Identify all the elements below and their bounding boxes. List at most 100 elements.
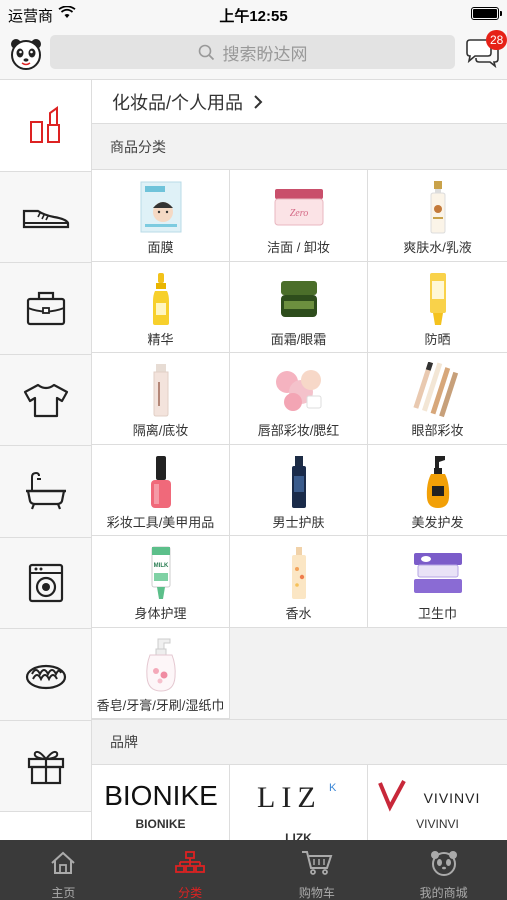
- sidebar-item-gifts[interactable]: [0, 720, 91, 812]
- product-category-label: 美发护发: [411, 514, 464, 530]
- category-header[interactable]: 化妆品/个人用品: [92, 80, 507, 124]
- product-category-item[interactable]: 眼部彩妆: [368, 353, 507, 445]
- brand-list: BIONIKE BIONIKE LIZ K LIZK VIVINVI VIVIN…: [92, 765, 507, 840]
- product-category-label: 爽肤水/乳液: [403, 240, 472, 255]
- brand-name: BIONIKE: [135, 817, 186, 831]
- briefcase-icon: [26, 292, 65, 326]
- noodles-icon: [25, 665, 66, 690]
- section-brands-label: 品牌: [92, 719, 507, 765]
- foundation-tube-image: [153, 364, 168, 417]
- cream-jar-image: [280, 280, 317, 317]
- svg-text:LIZ: LIZ: [257, 781, 322, 813]
- battery-icon: [471, 7, 502, 20]
- serum-bottle-image: [152, 272, 169, 325]
- hand-soap-image: [145, 638, 176, 692]
- messages-button[interactable]: 28: [464, 30, 507, 69]
- tab-label: 主页: [51, 886, 76, 900]
- svg-text:MILK: MILK: [153, 563, 168, 569]
- search-icon: [198, 44, 214, 60]
- tab-label: 购物车: [298, 886, 335, 900]
- product-category-label: 面膜: [147, 240, 174, 255]
- tab-category[interactable]: 分类: [127, 840, 254, 900]
- product-category-item[interactable]: 美发护发: [368, 444, 507, 536]
- product-category-item[interactable]: 精华: [92, 261, 230, 353]
- search-input[interactable]: 搜索盼达网: [50, 35, 455, 69]
- product-category-item[interactable]: 面膜: [92, 170, 230, 262]
- product-category-label: 精华: [147, 331, 174, 347]
- tab-label: 我的商城: [419, 886, 468, 900]
- brand-name: LIZK: [285, 831, 312, 840]
- product-category-label: 眼部彩妆: [411, 423, 464, 438]
- home-icon: [51, 851, 76, 874]
- svg-text:BIONIKE: BIONIKE: [104, 780, 218, 811]
- product-category-item[interactable]: 香皂/牙膏/牙刷/湿纸巾: [92, 627, 230, 719]
- hair-oil-image: [426, 455, 449, 508]
- mascara-image: [412, 362, 458, 418]
- product-category-label: 男士护肤: [272, 514, 325, 530]
- bottom-tab-bar: 主页 分类 购物车 我的商城: [0, 840, 507, 900]
- category-sidebar: [0, 80, 92, 840]
- category-title: 化妆品/个人用品: [112, 92, 244, 113]
- perfume-image: [291, 547, 306, 599]
- product-category-item[interactable]: 香水: [230, 536, 368, 628]
- cleansing-cream-image: Zero: [274, 189, 323, 226]
- panda-icon: [430, 851, 457, 876]
- sidebar-item-bags[interactable]: [0, 263, 91, 355]
- svg-text:K: K: [329, 782, 337, 794]
- product-category-grid: 面膜 Zero 洁面 / 卸妆 爽肤水/乳液 精华 面霜/眼霜 防晒 隔离/底妆…: [92, 170, 507, 719]
- empty-cell: [368, 627, 507, 719]
- lizk-logo: LIZ K: [257, 781, 337, 813]
- product-category-item[interactable]: 防晒: [368, 261, 507, 353]
- tab-my-store[interactable]: 我的商城: [380, 840, 507, 900]
- washing-machine-icon: [28, 563, 63, 602]
- nail-polish-image: [150, 455, 171, 508]
- sidebar-item-clothing[interactable]: [0, 354, 91, 446]
- shoe-icon: [22, 209, 69, 228]
- product-category-item[interactable]: 隔离/底妆: [92, 353, 230, 445]
- app-header: 搜索盼达网 28: [0, 28, 507, 80]
- brand-item[interactable]: BIONIKE BIONIKE: [92, 765, 230, 840]
- product-category-label: 洁面 / 卸妆: [267, 240, 330, 255]
- sidebar-item-shoes[interactable]: [0, 171, 91, 263]
- tab-cart[interactable]: 购物车: [254, 840, 381, 900]
- sidebar-item-food[interactable]: [0, 629, 91, 721]
- product-category-item[interactable]: 彩妆工具/美甲用品: [92, 444, 230, 536]
- body-lotion-image: MILK: [151, 546, 170, 599]
- svg-text:Zero: Zero: [289, 208, 308, 219]
- product-category-label: 防晒: [424, 331, 451, 347]
- panda-logo-icon[interactable]: [9, 37, 43, 71]
- clock: 上午12:55: [219, 8, 288, 25]
- sidebar-item-bath[interactable]: [0, 446, 91, 538]
- brand-item[interactable]: VIVINVI VIVINVI: [368, 765, 507, 840]
- product-category-item[interactable]: 爽肤水/乳液: [368, 170, 507, 262]
- product-category-label: 香水: [285, 606, 312, 621]
- bathtub-icon: [25, 472, 66, 510]
- status-bar: 运营商 上午12:55: [0, 0, 507, 28]
- brand-item[interactable]: LIZ K LIZK: [230, 765, 368, 840]
- product-category-item[interactable]: 面霜/眼霜: [230, 261, 368, 353]
- mens-skincare-image: [291, 455, 306, 508]
- tshirt-icon: [23, 383, 68, 417]
- tab-home[interactable]: 主页: [0, 840, 127, 900]
- product-category-item[interactable]: 卫生巾: [368, 536, 507, 628]
- brand-name: VIVINVI: [416, 817, 459, 831]
- product-category-item[interactable]: 唇部彩妆/腮红: [230, 353, 368, 445]
- toner-bottle-image: [430, 181, 445, 234]
- product-category-label: 隔离/底妆: [132, 423, 189, 438]
- sidebar-item-cosmetics[interactable]: [0, 80, 91, 172]
- chevron-right-icon: [254, 94, 263, 109]
- lipstick-icon: [29, 106, 60, 144]
- blush-palette-image: [275, 370, 321, 411]
- sidebar-item-appliances[interactable]: [0, 537, 91, 629]
- product-category-label: 卫生巾: [417, 606, 457, 621]
- product-category-item[interactable]: MILK 身体护理: [92, 536, 230, 628]
- product-category-item[interactable]: Zero 洁面 / 卸妆: [230, 170, 368, 262]
- search-placeholder: 搜索盼达网: [222, 44, 308, 64]
- product-category-item[interactable]: 男士护肤: [230, 444, 368, 536]
- gift-icon: [27, 750, 64, 784]
- bionike-logo: BIONIKE: [104, 780, 218, 811]
- sunscreen-image: [429, 272, 446, 325]
- message-count-badge: 28: [486, 30, 507, 50]
- cart-icon: [301, 851, 333, 875]
- tab-label: 分类: [178, 886, 203, 900]
